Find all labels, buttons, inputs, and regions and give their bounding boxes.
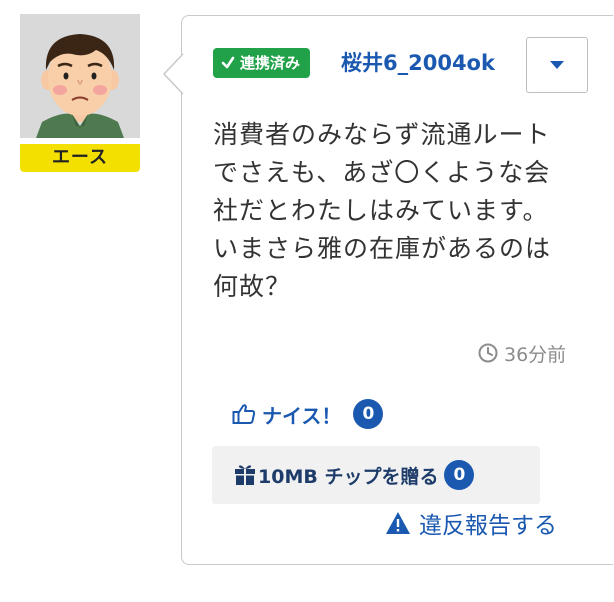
report-link[interactable]: 違反報告する bbox=[385, 507, 557, 539]
clock-icon bbox=[478, 343, 498, 363]
post-timestamp: 36分前 bbox=[478, 340, 566, 366]
chevron-down-icon bbox=[550, 61, 564, 69]
answer-text: 消費者のみならず流通ルート でさえも、あざ〇くような会 社だとわたしはみています… bbox=[213, 120, 552, 301]
man-face-avatar-icon bbox=[20, 14, 140, 138]
chip-count-badge: 0 bbox=[444, 460, 475, 490]
check-icon bbox=[221, 56, 235, 69]
send-chip-button[interactable]: 10MB チップを贈る 0 bbox=[212, 446, 540, 504]
linked-badge-label: 連携済み bbox=[240, 54, 301, 72]
nice-button[interactable]: ナイス！ 0 bbox=[232, 397, 384, 431]
thumbs-up-icon bbox=[232, 404, 256, 424]
rank-badge: エース bbox=[20, 144, 140, 172]
nice-count-badge: 0 bbox=[353, 399, 384, 429]
timestamp-text: 36分前 bbox=[504, 343, 567, 366]
warning-icon bbox=[386, 512, 410, 534]
user-profile: エース bbox=[20, 14, 140, 172]
post-menu-button[interactable] bbox=[526, 37, 588, 93]
nice-label: ナイス！ bbox=[262, 403, 342, 428]
linked-badge: 連携済み bbox=[213, 48, 311, 78]
chip-label: 10MB チップを贈る bbox=[258, 465, 439, 488]
gift-icon bbox=[235, 465, 255, 485]
avatar[interactable] bbox=[20, 14, 140, 138]
username-link[interactable]: 桜井6_2004ok bbox=[341, 48, 495, 78]
report-label: 違反報告する bbox=[419, 513, 557, 539]
answer-card: エース 連携済み 桜井6_2004ok 消費者のみならず流通ルート でさえも、あ… bbox=[0, 0, 614, 602]
